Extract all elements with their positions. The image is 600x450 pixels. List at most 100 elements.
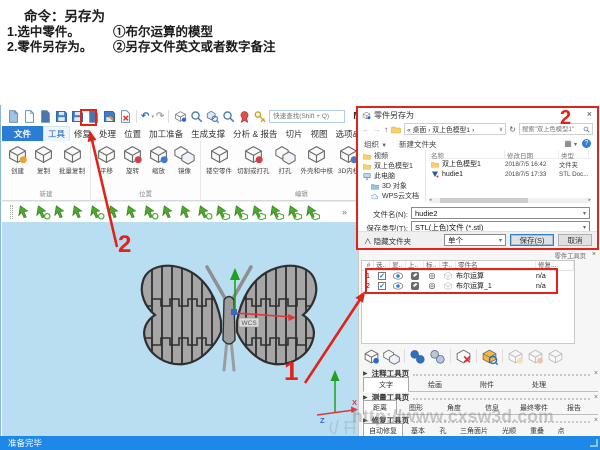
- tab-support[interactable]: 生成支撑: [187, 126, 229, 141]
- close-toolpage-icon[interactable]: ×: [594, 394, 598, 401]
- cut-punch-button[interactable]: 切割或打孔: [236, 144, 271, 175]
- inspect-part-icon[interactable]: [481, 348, 498, 365]
- tab-draw[interactable]: 绘画: [409, 378, 461, 391]
- tab-analyze-report[interactable]: 分析 & 报告: [229, 126, 281, 141]
- duplicate-button[interactable]: 复制: [32, 144, 55, 175]
- forward-icon[interactable]: →: [373, 125, 381, 134]
- organize-menu[interactable]: 组织 ▼: [364, 139, 387, 150]
- scroll-left-icon[interactable]: ◂: [429, 198, 432, 203]
- selection-tool-icon[interactable]: [126, 205, 141, 220]
- group-parts-icon[interactable]: [409, 348, 426, 365]
- shell-core-button[interactable]: 外壳和中核: [300, 144, 335, 175]
- redo-icon[interactable]: ↷: [156, 111, 164, 123]
- punch-button[interactable]: 打孔: [274, 144, 297, 175]
- tab-view[interactable]: 视图: [307, 126, 332, 141]
- view-part-icon[interactable]: [205, 110, 219, 124]
- create-button[interactable]: 创建: [6, 144, 29, 175]
- hide-folders-button[interactable]: ∧ 隐藏文件夹: [364, 236, 411, 247]
- file-row-stl[interactable]: hudie1 2018/7/5 17:33 STL Doc...: [429, 169, 591, 179]
- swap-selection-icon[interactable]: [383, 348, 400, 365]
- selection-tool-icon[interactable]: [162, 205, 177, 220]
- tab-attachment[interactable]: 附件: [461, 378, 513, 391]
- sidebar-item-wps-cloud[interactable]: WPS云文档: [371, 191, 423, 201]
- select-parts-icon[interactable]: [363, 348, 380, 365]
- selection-tool-icon[interactable]: [216, 205, 231, 220]
- new-folder-button[interactable]: 新建文件夹: [399, 139, 437, 150]
- save-icon[interactable]: [54, 110, 68, 124]
- close-part-icon[interactable]: [118, 110, 132, 124]
- selection-tool-icon[interactable]: [198, 205, 213, 220]
- close-toolpage-icon[interactable]: ×: [594, 370, 598, 377]
- save-button[interactable]: 保存(S): [510, 234, 554, 246]
- dialog-close-icon[interactable]: ×: [587, 109, 592, 119]
- save-as-icon[interactable]: [102, 110, 116, 124]
- combine-select[interactable]: 单个▾: [444, 234, 506, 246]
- selection-tool-icon[interactable]: [270, 205, 285, 220]
- undo-icon[interactable]: ↶: [141, 111, 149, 123]
- translate-button[interactable]: 平移: [95, 144, 118, 175]
- selection-tool-icon[interactable]: [180, 205, 195, 220]
- sidebar-item-model-folder[interactable]: 双上色模型1: [363, 161, 423, 171]
- quick-search-input[interactable]: [269, 110, 345, 123]
- selection-tool-icon[interactable]: [144, 205, 159, 220]
- scale-button[interactable]: 缩放: [147, 144, 170, 175]
- selection-tool-icon[interactable]: [90, 205, 105, 220]
- new-scene-icon[interactable]: [22, 110, 36, 124]
- tab-build-prep[interactable]: 加工准备: [145, 126, 187, 141]
- dialog-search[interactable]: [519, 123, 593, 135]
- view-cube-icon[interactable]: [173, 110, 187, 124]
- delete-part-icon[interactable]: [455, 348, 472, 365]
- panel-close-icon[interactable]: ×: [592, 251, 596, 258]
- tab-process[interactable]: 处理: [513, 378, 565, 391]
- selection-tool-icon[interactable]: [234, 205, 249, 220]
- scroll-right-icon[interactable]: ▸: [588, 198, 591, 203]
- help-icon[interactable]: ?: [582, 139, 591, 148]
- caret-down-icon[interactable]: ▾: [583, 224, 586, 231]
- toolbar-overflow[interactable]: »: [342, 207, 347, 217]
- toolbar-drag-handle[interactable]: [10, 205, 13, 219]
- caret-down-icon[interactable]: ▾: [583, 210, 586, 217]
- hollow-part-button[interactable]: 镂空零件: [205, 144, 233, 175]
- zoom-tool-icon[interactable]: [189, 110, 203, 124]
- up-icon[interactable]: ↑: [384, 125, 388, 134]
- selection-tool-icon[interactable]: [252, 205, 267, 220]
- dialog-title-bar[interactable]: 零件另存为: [362, 109, 414, 121]
- refresh-icon[interactable]: ↻: [509, 125, 516, 134]
- mirror-button[interactable]: 镜像: [173, 144, 196, 175]
- dialog-search-input[interactable]: [522, 126, 583, 133]
- ungroup-parts-icon[interactable]: [429, 348, 446, 365]
- back-icon[interactable]: ←: [362, 125, 370, 134]
- undo-caret-icon[interactable]: ▾: [151, 114, 154, 120]
- tab-slice[interactable]: 切片: [282, 126, 307, 141]
- selection-tool-icon[interactable]: [18, 205, 33, 220]
- filename-input[interactable]: hudie2▾: [411, 207, 590, 219]
- selection-tool-icon[interactable]: [36, 205, 51, 220]
- tab-process[interactable]: 处理: [95, 126, 120, 141]
- sidebar-item-videos[interactable]: 视频: [363, 151, 423, 161]
- import-part-icon[interactable]: [6, 110, 20, 124]
- batch-duplicate-button[interactable]: 批量复制: [58, 144, 86, 175]
- scrollbar-thumb[interactable]: [440, 198, 528, 203]
- tab-text[interactable]: 文字: [363, 377, 409, 392]
- breadcrumb[interactable]: « 桌面 › 双上色模型1 › ∨: [404, 123, 506, 135]
- selection-tool-icon[interactable]: [54, 205, 69, 220]
- license-key-icon[interactable]: [253, 110, 267, 124]
- tab-file[interactable]: 文件: [2, 126, 43, 141]
- cancel-button[interactable]: 取消: [558, 234, 592, 246]
- selection-tool-icon[interactable]: [108, 205, 123, 220]
- rotate-button[interactable]: 旋转: [121, 144, 144, 175]
- selection-tool-icon[interactable]: [72, 205, 87, 220]
- file-row-folder[interactable]: 双上色模型1 2018/7/5 16:42 文件夹: [429, 159, 591, 169]
- zoom-selection-icon[interactable]: [221, 110, 235, 124]
- tab-fix[interactable]: 修复: [70, 126, 95, 141]
- breadcrumb-caret-icon[interactable]: ∨: [499, 126, 503, 133]
- selection-tool-icon[interactable]: [288, 205, 303, 220]
- selection-tool-icon[interactable]: [306, 205, 321, 220]
- resize-grip[interactable]: [590, 439, 598, 447]
- tab-tools[interactable]: 工具: [43, 126, 70, 141]
- file-list-header[interactable]: 名称 修改日期 类型: [429, 150, 591, 159]
- tab-position[interactable]: 位置: [120, 126, 145, 141]
- list-view-icon[interactable]: ▦ ▾: [564, 139, 577, 148]
- open-project-icon[interactable]: [38, 110, 52, 124]
- part-toolpage-title[interactable]: 零件工具页: [555, 251, 586, 260]
